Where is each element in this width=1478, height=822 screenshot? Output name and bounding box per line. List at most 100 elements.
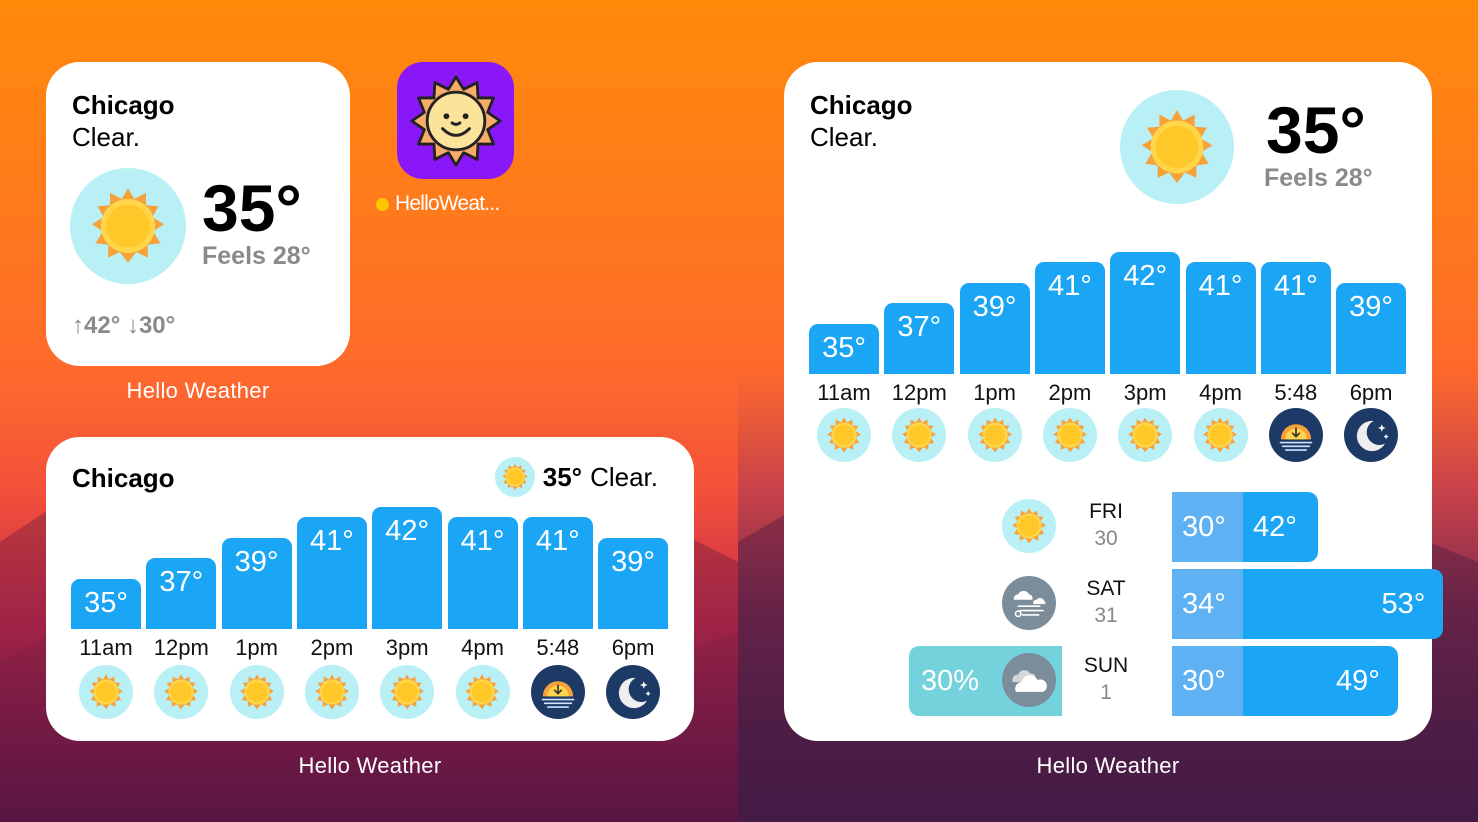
app-name: HelloWeat... bbox=[395, 192, 500, 215]
hourly-temp-bar: 42° bbox=[1110, 251, 1181, 374]
hourly-temp-bar: 35° bbox=[809, 324, 879, 374]
hourly-temp-bar: 37° bbox=[146, 558, 217, 629]
feels-like: Feels 28° bbox=[202, 242, 311, 270]
hourly-temp-bar: 41° bbox=[1185, 262, 1256, 374]
hour-label: 6pm bbox=[1349, 380, 1393, 405]
day-condition bbox=[1002, 653, 1056, 707]
low-temp: 30° bbox=[1172, 646, 1243, 716]
hour-label: 2pm bbox=[310, 635, 354, 660]
hourly-temp-bar: 41° bbox=[296, 517, 367, 629]
sun-icon bbox=[70, 168, 186, 284]
moon-icon bbox=[606, 665, 661, 719]
hourly-temp-bar: 41° bbox=[1260, 262, 1331, 374]
hour-label: 12pm bbox=[153, 635, 209, 660]
day-name: SAT bbox=[1086, 577, 1126, 600]
hour-condition bbox=[1042, 408, 1097, 462]
daily-row: SAT 31 34° 53° bbox=[784, 567, 1444, 639]
hourly-chart: 35° 11am 37° 12pm 39° 1pm 41° 2pm 42° 3pm 41° 4pm 41… bbox=[784, 62, 1432, 482]
app-icon-label: HelloWeat... bbox=[376, 192, 500, 216]
hour-condition bbox=[817, 408, 871, 462]
day-date: 31 bbox=[1094, 604, 1118, 627]
small-weather-widget[interactable]: Chicago Clear. 35° Feels 28° ↑42° ↓30° bbox=[46, 62, 350, 366]
temp-range-bar: 30° 49° bbox=[1172, 646, 1398, 716]
hour-condition bbox=[967, 408, 1022, 462]
sunset-icon bbox=[530, 665, 585, 719]
day-condition bbox=[1002, 576, 1056, 630]
medium-weather-widget[interactable]: Chicago 35° Clear. 35° 11am 37° 12pm 39° 1pm 4… bbox=[46, 437, 694, 741]
sun-icon bbox=[1042, 408, 1097, 462]
large-weather-widget[interactable]: Chicago Clear. 35° Feels 28° 35° 11am 37° 1… bbox=[784, 62, 1444, 741]
widget-label: Hello Weather bbox=[1036, 753, 1180, 778]
sun-icon bbox=[967, 408, 1022, 462]
daily-row: FRI 30 30° 42° bbox=[784, 490, 1432, 562]
hourly-temp-bar: 41° bbox=[522, 517, 593, 629]
sun-icon bbox=[79, 665, 133, 719]
temp-range-bar: 34° 53° bbox=[1172, 569, 1444, 639]
sun-icon bbox=[154, 665, 209, 719]
low-temp: 34° bbox=[1172, 569, 1243, 639]
hourly-temp-bar: 39° bbox=[1336, 282, 1407, 374]
hour-condition bbox=[455, 665, 510, 719]
widget-label: Hello Weather bbox=[126, 378, 270, 403]
current-temp: 35° bbox=[202, 171, 302, 245]
hour-label: 11am bbox=[817, 380, 871, 405]
hourly-temp-bar: 39° bbox=[959, 282, 1030, 374]
hour-label: 3pm bbox=[385, 635, 429, 660]
sun-icon bbox=[380, 665, 435, 719]
hour-label: 4pm bbox=[461, 635, 504, 660]
hour-condition bbox=[606, 665, 661, 719]
sun-icon bbox=[1193, 408, 1248, 462]
cloud-icon bbox=[1002, 653, 1056, 707]
hour-label: 12pm bbox=[891, 380, 947, 405]
right-panel: Chicago Clear. 35° Feels 28° 35° 11am 37° 1… bbox=[738, 0, 1478, 822]
wind-cloud-icon bbox=[1002, 576, 1056, 630]
hour-condition bbox=[892, 408, 947, 462]
daily-forecast: FRI 30 30° 42° SAT 31 34° 53° 30% SUN 1 30° 49° bbox=[784, 490, 1444, 730]
hourly-temp-bar: 41° bbox=[1034, 262, 1105, 374]
hour-label: 4pm bbox=[1199, 380, 1242, 405]
sunset-icon bbox=[1268, 408, 1323, 462]
sun-icon bbox=[892, 408, 947, 462]
left-panel: Chicago Clear. 35° Feels 28° ↑42° ↓30° H… bbox=[0, 0, 738, 822]
daily-row: 30% SUN 1 30° 49° bbox=[784, 644, 1432, 716]
hour-label: 3pm bbox=[1123, 380, 1167, 405]
day-name: FRI bbox=[1089, 500, 1123, 523]
hourly-temp-bar: 37° bbox=[884, 303, 955, 374]
hour-label: 1pm bbox=[973, 380, 1016, 405]
hour-condition bbox=[530, 665, 585, 719]
high-temp: 53° bbox=[1243, 569, 1444, 639]
hour-condition bbox=[1268, 408, 1323, 462]
high-temp: 42° bbox=[1243, 492, 1318, 562]
high-temp: 49° bbox=[1243, 646, 1398, 716]
low-temp: 30° bbox=[1172, 492, 1243, 562]
hour-label: 2pm bbox=[1048, 380, 1092, 405]
hello-weather-app-icon[interactable] bbox=[397, 62, 514, 179]
new-badge-dot bbox=[376, 197, 389, 211]
sun-icon bbox=[229, 665, 284, 719]
hour-condition bbox=[380, 665, 435, 719]
hourly-temp-bar: 39° bbox=[221, 537, 292, 629]
hourly-chart: 35° 11am 37° 12pm 39° 1pm 41° 2pm 42° 3pm 41° 4pm 41… bbox=[46, 437, 694, 741]
city-name: Chicago bbox=[72, 90, 175, 120]
sun-icon bbox=[817, 408, 871, 462]
hourly-temp-bar: 42° bbox=[372, 506, 443, 629]
hour-label: 1pm bbox=[235, 635, 278, 660]
high-low: ↑42° ↓30° bbox=[72, 312, 176, 339]
hour-condition bbox=[229, 665, 284, 719]
hour-condition bbox=[1193, 408, 1248, 462]
sun-icon bbox=[1002, 499, 1056, 553]
hour-condition bbox=[1118, 408, 1173, 462]
sun-icon bbox=[455, 665, 510, 719]
day-date: 1 bbox=[1100, 681, 1112, 704]
hourly-temp-bar: 39° bbox=[598, 537, 669, 629]
day-date: 30 bbox=[1094, 527, 1118, 550]
condition-text: Clear. bbox=[72, 122, 140, 152]
hour-label: 5:48 bbox=[1274, 380, 1318, 405]
hour-condition bbox=[304, 665, 359, 719]
hour-label: 5:48 bbox=[536, 635, 580, 660]
hour-condition bbox=[1344, 408, 1399, 462]
day-condition bbox=[1002, 499, 1056, 553]
sun-icon bbox=[304, 665, 359, 719]
smiling-sun-icon bbox=[409, 74, 502, 167]
sun-icon bbox=[1118, 408, 1173, 462]
